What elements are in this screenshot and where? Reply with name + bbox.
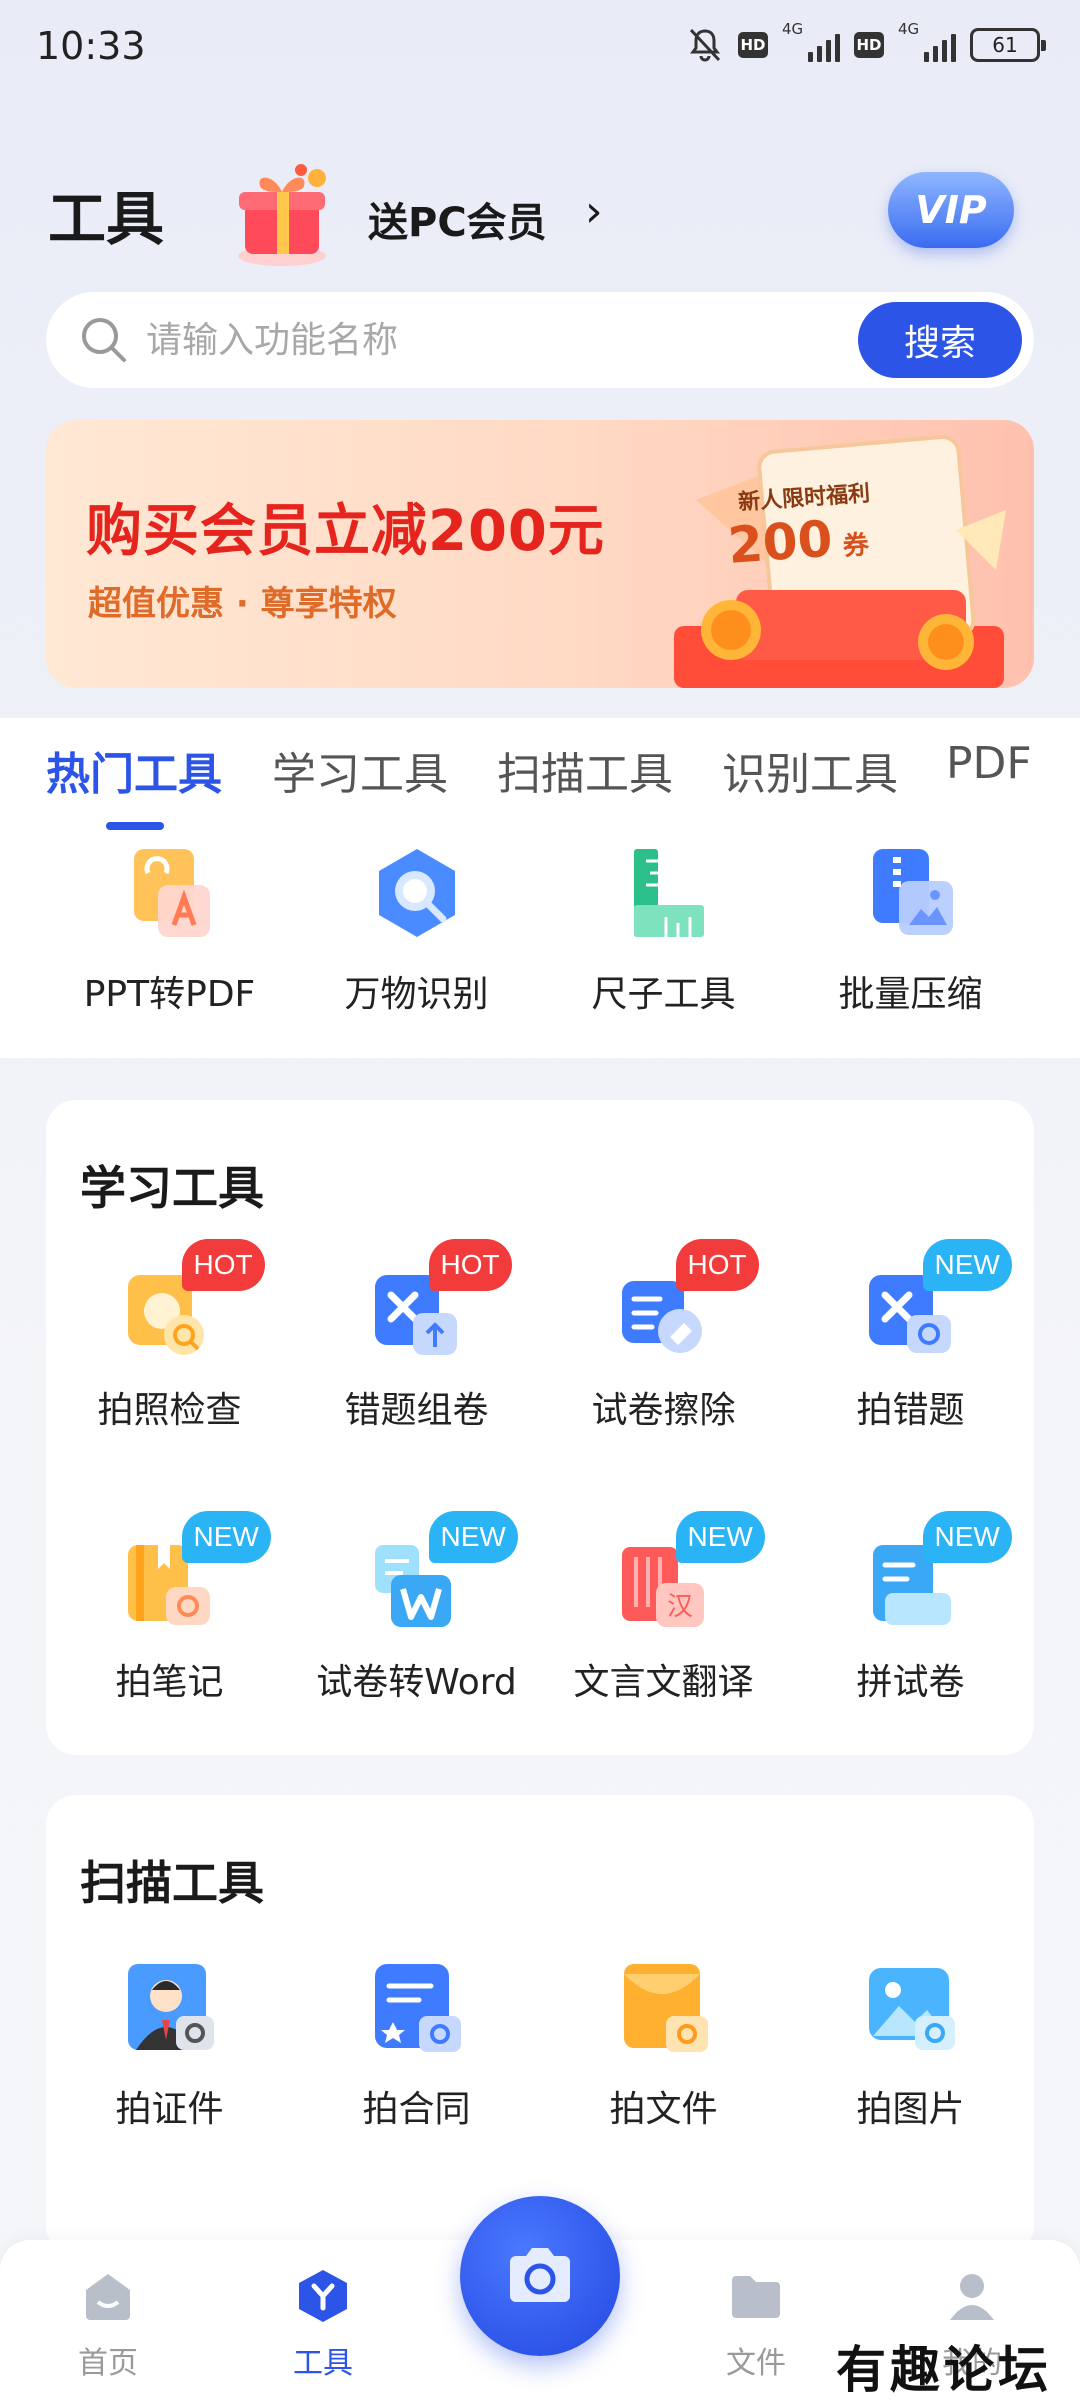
tools-icon <box>299 2270 347 2322</box>
tool-label: 批量压缩 <box>838 974 983 1015</box>
tool-tabs: 热门工具 学习工具 扫描工具 识别工具 PDF <box>0 738 1080 824</box>
gift-icon[interactable] <box>225 160 340 270</box>
search-input[interactable] <box>146 316 766 364</box>
hot-badge: HOT <box>181 1239 265 1291</box>
hd-icon: HD <box>854 32 884 58</box>
tool-label: 拍证件 <box>115 2089 224 2130</box>
svg-text:汉: 汉 <box>666 1592 692 1622</box>
hot-badge: HOT <box>675 1239 759 1291</box>
status-icons: HD 4G HD 4G 61 <box>686 20 1046 64</box>
tool-picture[interactable]: 拍图片 <box>787 1960 1034 2132</box>
mute-icon <box>689 28 721 62</box>
tool-label: 拍合同 <box>362 2089 471 2130</box>
contract-icon <box>374 1964 461 2052</box>
nav-label: 工具 <box>293 2346 353 2381</box>
search-button[interactable]: 搜索 <box>858 302 1022 378</box>
section-title: 扫描工具 <box>80 1856 264 1910</box>
tool-label: 文言文翻译 <box>573 1662 754 1703</box>
tab-indicator <box>106 822 164 830</box>
status-bar: 10:33 HD 4G HD 4G 61 <box>0 0 1080 96</box>
status-time: 10:33 <box>36 24 146 68</box>
section-title: 学习工具 <box>80 1161 264 1215</box>
tool-label: PPT转PDF <box>83 974 256 1015</box>
hd-icon: HD <box>738 32 768 58</box>
search-icon <box>82 318 126 362</box>
tool-label: 拍笔记 <box>115 1662 224 1703</box>
tool-label: 试卷转Word <box>316 1662 517 1703</box>
tool-ppt-to-pdf[interactable]: PPT转PDF <box>46 845 293 1017</box>
vip-button[interactable]: VIP <box>888 172 1014 248</box>
tool-contract[interactable]: 拍合同 <box>293 1960 540 2132</box>
tool-photo-check[interactable]: HOT 拍照检查 <box>46 1239 293 1433</box>
tool-label: 试卷擦除 <box>591 1390 736 1431</box>
document-icon <box>623 1964 708 2052</box>
hot-badge: HOT <box>428 1239 512 1291</box>
new-badge: NEW <box>428 1511 518 1563</box>
tab-recognize-tools[interactable]: 识别工具 <box>722 738 898 802</box>
tool-label: 拼试卷 <box>856 1662 965 1703</box>
signal-icon: 4G <box>898 20 956 62</box>
tab-hot-tools[interactable]: 热门工具 <box>46 738 222 802</box>
tool-recognize[interactable]: 万物识别 <box>293 845 540 1017</box>
watermark: 有趣论坛 <box>836 2340 1052 2399</box>
tool-mistake-paper[interactable]: HOT 错题组卷 <box>293 1239 540 1433</box>
tool-document[interactable]: 拍文件 <box>540 1960 787 2132</box>
camera-button[interactable] <box>460 2196 620 2356</box>
search-bar[interactable]: 搜索 <box>46 292 1034 388</box>
tab-study-tools[interactable]: 学习工具 <box>272 738 448 802</box>
banner-subtitle: 超值优惠 · 尊享特权 <box>88 584 397 624</box>
chevron-right-icon[interactable]: › <box>585 186 603 237</box>
promo-banner[interactable]: 购买会员立减200元 超值优惠 · 尊享特权 <box>46 420 1034 688</box>
new-badge: NEW <box>922 1239 1012 1291</box>
page-title: 工具 <box>48 185 165 253</box>
nav-files[interactable]: 文件 <box>696 2266 816 2382</box>
new-badge: NEW <box>675 1511 765 1563</box>
home-icon <box>86 2274 130 2320</box>
tool-label: 万物识别 <box>344 974 489 1015</box>
tool-compress[interactable]: 批量压缩 <box>787 845 1034 1017</box>
recognize-icon <box>378 849 455 937</box>
tool-ruler[interactable]: 尺子工具 <box>540 845 787 1017</box>
ppt-to-pdf-icon <box>133 849 210 937</box>
coupon-value: 200 券 <box>726 509 870 575</box>
ruler-icon <box>633 849 704 937</box>
promo-text[interactable]: 送PC会员 <box>368 190 547 248</box>
tool-paper-to-word[interactable]: NEW 试卷转Word <box>293 1511 540 1705</box>
tool-label: 尺子工具 <box>591 974 736 1015</box>
new-badge: NEW <box>922 1511 1012 1563</box>
tab-scan-tools[interactable]: 扫描工具 <box>497 738 673 802</box>
nav-label: 首页 <box>78 2346 138 2381</box>
tool-merge-paper[interactable]: NEW 拼试卷 <box>787 1511 1034 1705</box>
tab-pdf[interactable]: PDF <box>946 738 1032 789</box>
tool-id-card[interactable]: 拍证件 <box>46 1960 293 2132</box>
compress-icon <box>872 849 953 935</box>
tool-label: 拍照检查 <box>97 1390 242 1431</box>
nav-label: 文件 <box>726 2346 786 2381</box>
tool-snap-notes[interactable]: NEW 拍笔记 <box>46 1511 293 1705</box>
picture-icon <box>868 1968 955 2050</box>
battery-icon: 61 <box>970 28 1046 62</box>
banner-title: 购买会员立减200元 <box>86 499 605 564</box>
camera-icon <box>510 2248 570 2302</box>
tool-paper-erase[interactable]: HOT 试卷擦除 <box>540 1239 787 1433</box>
tool-label: 错题组卷 <box>344 1390 489 1431</box>
tool-label: 拍错题 <box>856 1390 965 1431</box>
id-card-icon <box>127 1964 214 2050</box>
nav-tools[interactable]: 工具 <box>263 2266 383 2382</box>
signal-icon: 4G <box>782 20 840 62</box>
tool-label: 拍文件 <box>609 2089 718 2130</box>
tool-label: 拍图片 <box>856 2089 965 2130</box>
new-badge: NEW <box>181 1511 271 1563</box>
profile-icon <box>950 2274 994 2320</box>
nav-home[interactable]: 首页 <box>48 2266 168 2382</box>
tool-snap-mistake[interactable]: NEW 拍错题 <box>787 1239 1034 1433</box>
tool-classical-translate[interactable]: 汉 NEW 文言文翻译 <box>540 1511 787 1705</box>
folder-icon <box>732 2276 780 2318</box>
